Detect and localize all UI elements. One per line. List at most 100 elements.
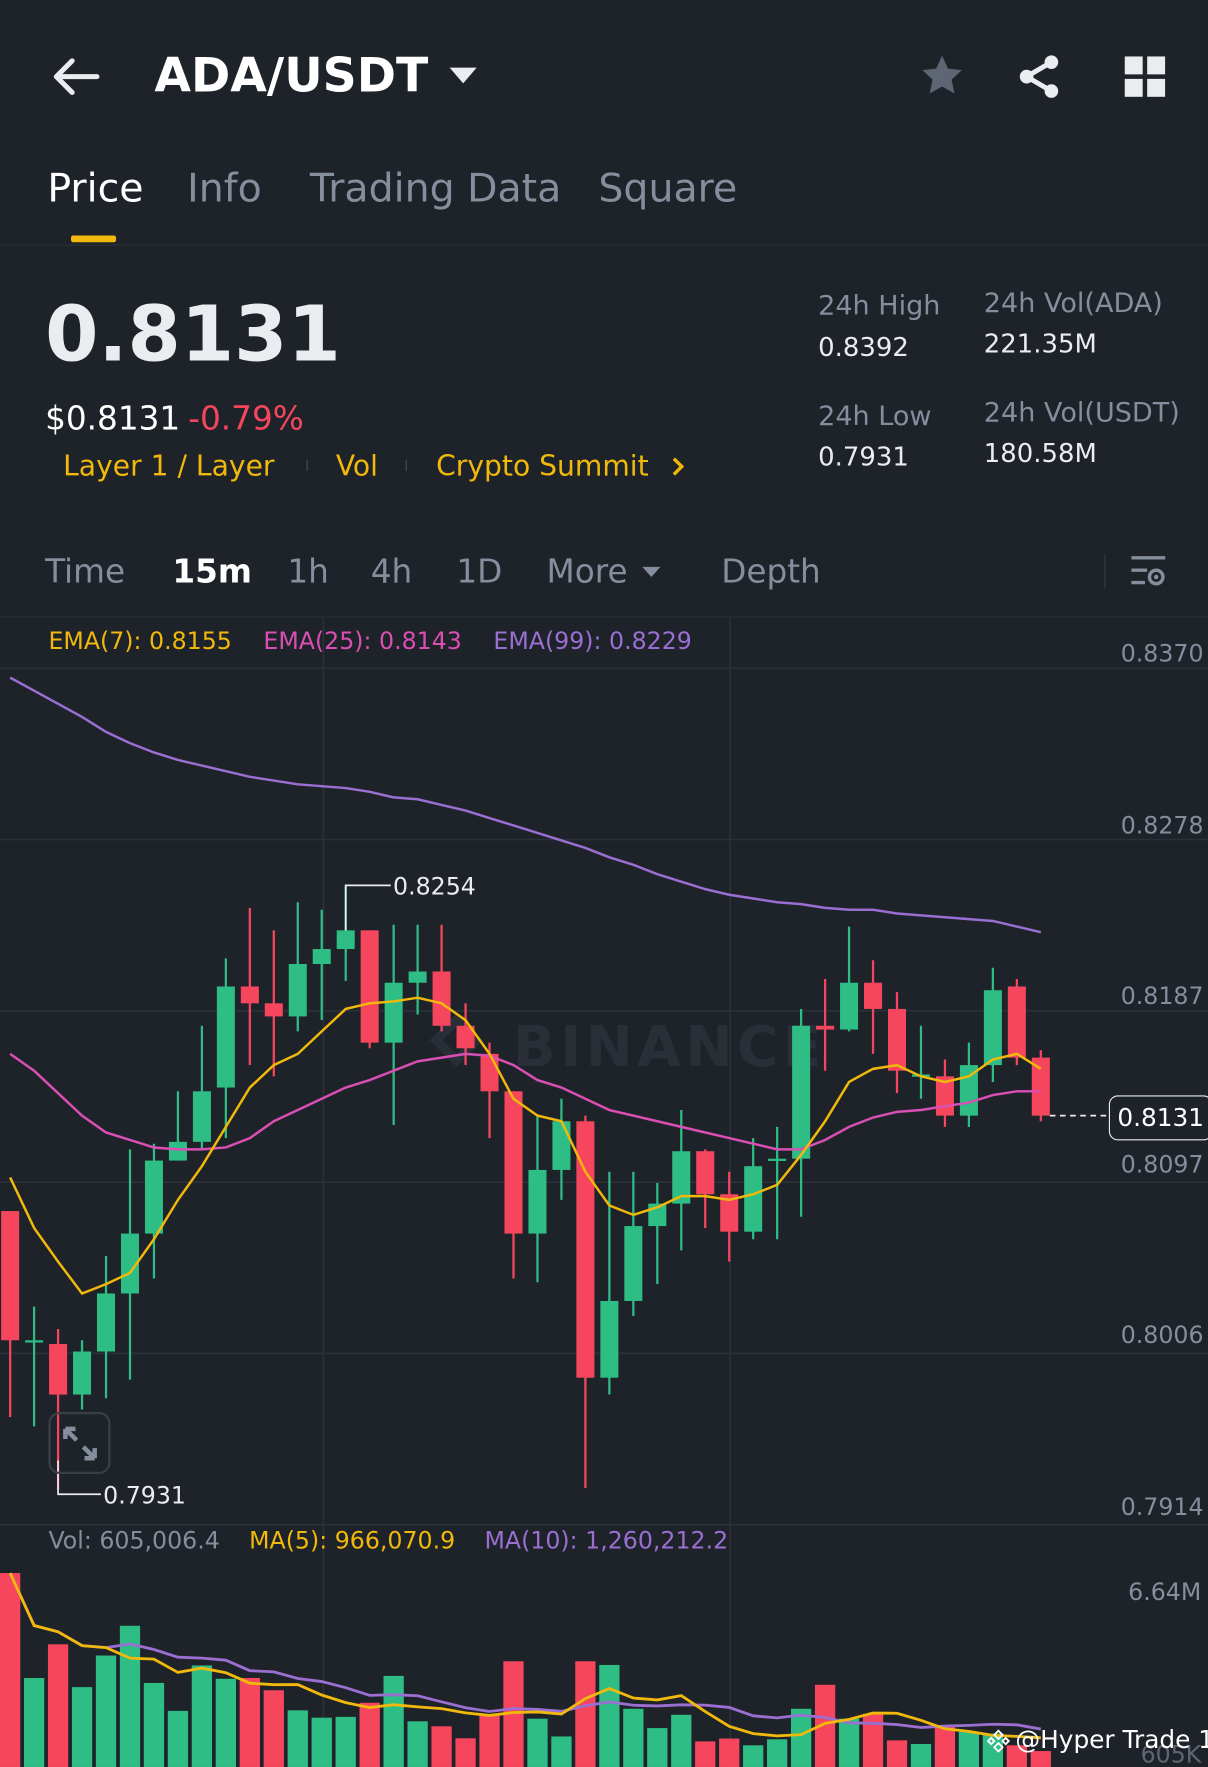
volume-bar (23, 1677, 45, 1767)
price-axis-label: 0.8370 (1121, 639, 1204, 667)
tag-vol[interactable]: Vol (336, 450, 378, 483)
volume-bar (862, 1713, 884, 1767)
depth-tab[interactable]: Depth (721, 552, 821, 590)
current-price-value: 0.8131 (1117, 1103, 1205, 1132)
volume-bar (599, 1664, 620, 1767)
candlestick-chart[interactable]: BINANCE 0.8370 0.8278 0.8187 0.8097 0.8006 0.7… (0, 617, 1208, 1767)
high-value: 0.8392 (818, 333, 909, 363)
candle-body (25, 1340, 44, 1343)
volume-bar (455, 1738, 476, 1767)
candle-body (1, 1211, 20, 1341)
pair-selector[interactable]: ADA/USDT (154, 47, 478, 103)
vol-ada-value: 221.35M (983, 330, 1097, 360)
app-screen: ADA/USDT Price Info Trading Data Square … (0, 0, 1208, 1767)
volume-bar (287, 1710, 308, 1767)
interval-4h[interactable]: 4h (371, 552, 413, 590)
volume-bar (623, 1708, 644, 1767)
candle-body (288, 964, 307, 1017)
interval-more[interactable]: More (547, 552, 662, 590)
candle-body (744, 1166, 763, 1232)
volume-bar (95, 1655, 117, 1767)
volume-bar (479, 1715, 500, 1767)
candle-body (887, 1008, 907, 1071)
interval-more-label: More (546, 552, 628, 591)
volume-bar (215, 1678, 237, 1767)
candle-body (408, 971, 427, 983)
volume-bar (767, 1739, 788, 1767)
credit-text: @Hyper Trade 1 (1015, 1726, 1208, 1755)
high-label: 24h High (818, 289, 941, 322)
candle-body (264, 1003, 283, 1017)
candle-body (983, 990, 1002, 1066)
interval-1h[interactable]: 1h (287, 552, 329, 590)
volume-bar (647, 1728, 668, 1767)
ema25-label: EMA(25): 0.8143 (263, 627, 462, 655)
last-price: 0.8131 (45, 290, 341, 380)
chart-settings-button[interactable] (1129, 554, 1167, 595)
toolbar-divider (1104, 554, 1106, 589)
price-axis-label: 0.8278 (1121, 812, 1204, 840)
candle-body (552, 1121, 571, 1170)
volume-bar (838, 1718, 860, 1767)
candle-body (73, 1351, 92, 1395)
volume-bar (575, 1661, 596, 1767)
candle-body (624, 1226, 643, 1301)
candle-body (312, 949, 331, 965)
volume-bar (910, 1744, 932, 1767)
low-value: 0.7931 (818, 442, 909, 473)
candle-body (696, 1151, 715, 1195)
price-axis-label: 0.8097 (1121, 1151, 1204, 1179)
volume-bar (790, 1708, 812, 1767)
caret-down-icon (642, 566, 661, 577)
tag-layer[interactable]: Layer 1 / Layer (63, 450, 274, 483)
vol-usdt-value: 180.58M (983, 439, 1097, 469)
volume-bar (743, 1745, 764, 1767)
interval-time[interactable]: Time (45, 552, 125, 590)
interval-15m[interactable]: 15m (172, 552, 252, 590)
candle-body (240, 986, 259, 1004)
candle-body (504, 1091, 523, 1234)
candle-body (168, 1141, 187, 1161)
price-axis-label: 0.7914 (1121, 1493, 1204, 1521)
tab-info[interactable]: Info (187, 167, 262, 212)
candle-body (144, 1160, 163, 1234)
low-marker-label: 0.7931 (103, 1481, 186, 1509)
tabs-divider (0, 244, 1208, 246)
tab-price[interactable]: Price (47, 167, 143, 212)
tab-trading-data[interactable]: Trading Data (310, 167, 561, 212)
volume-bar (551, 1736, 572, 1767)
candle-body (360, 930, 379, 1043)
volume-bar (719, 1738, 740, 1767)
candle-body (840, 982, 859, 1030)
candle-body (816, 1025, 835, 1030)
candle-body (792, 1025, 811, 1159)
volume-bar (383, 1675, 404, 1767)
volume-bar (71, 1687, 93, 1767)
volume-axis-label: 6.64M (1128, 1578, 1201, 1606)
tag-separator (405, 459, 407, 472)
volume-bar (263, 1690, 284, 1767)
price-change: -0.79% (188, 398, 304, 438)
tab-square[interactable]: Square (598, 167, 737, 212)
tag-crypto-summit[interactable]: Crypto Summit (436, 449, 685, 483)
interval-1d[interactable]: 1D (456, 552, 502, 590)
volume-bar (886, 1740, 908, 1767)
volume-ma10-line (8, 1572, 1042, 1731)
vol-label: Vol: 605,006.4 (48, 1526, 220, 1554)
volume-bar (47, 1644, 69, 1767)
back-button[interactable] (50, 54, 102, 99)
binance-watermark: BINANCE (513, 1015, 826, 1080)
high-marker-line (344, 884, 391, 931)
candle-body (768, 1158, 787, 1161)
candle-body (336, 930, 355, 950)
fullscreen-button[interactable] (48, 1412, 111, 1474)
usd-price: $0.8131 (45, 398, 181, 438)
tag-crypto-summit-label: Crypto Summit (436, 449, 649, 483)
layout-button[interactable] (1124, 56, 1166, 101)
favorite-button[interactable] (918, 52, 965, 104)
expand-icon (62, 1426, 97, 1460)
star-icon (922, 55, 962, 94)
share-button[interactable] (1014, 52, 1064, 106)
watermark-credit: @Hyper Trade 1 (986, 1726, 1208, 1755)
candle-body (384, 982, 403, 1043)
